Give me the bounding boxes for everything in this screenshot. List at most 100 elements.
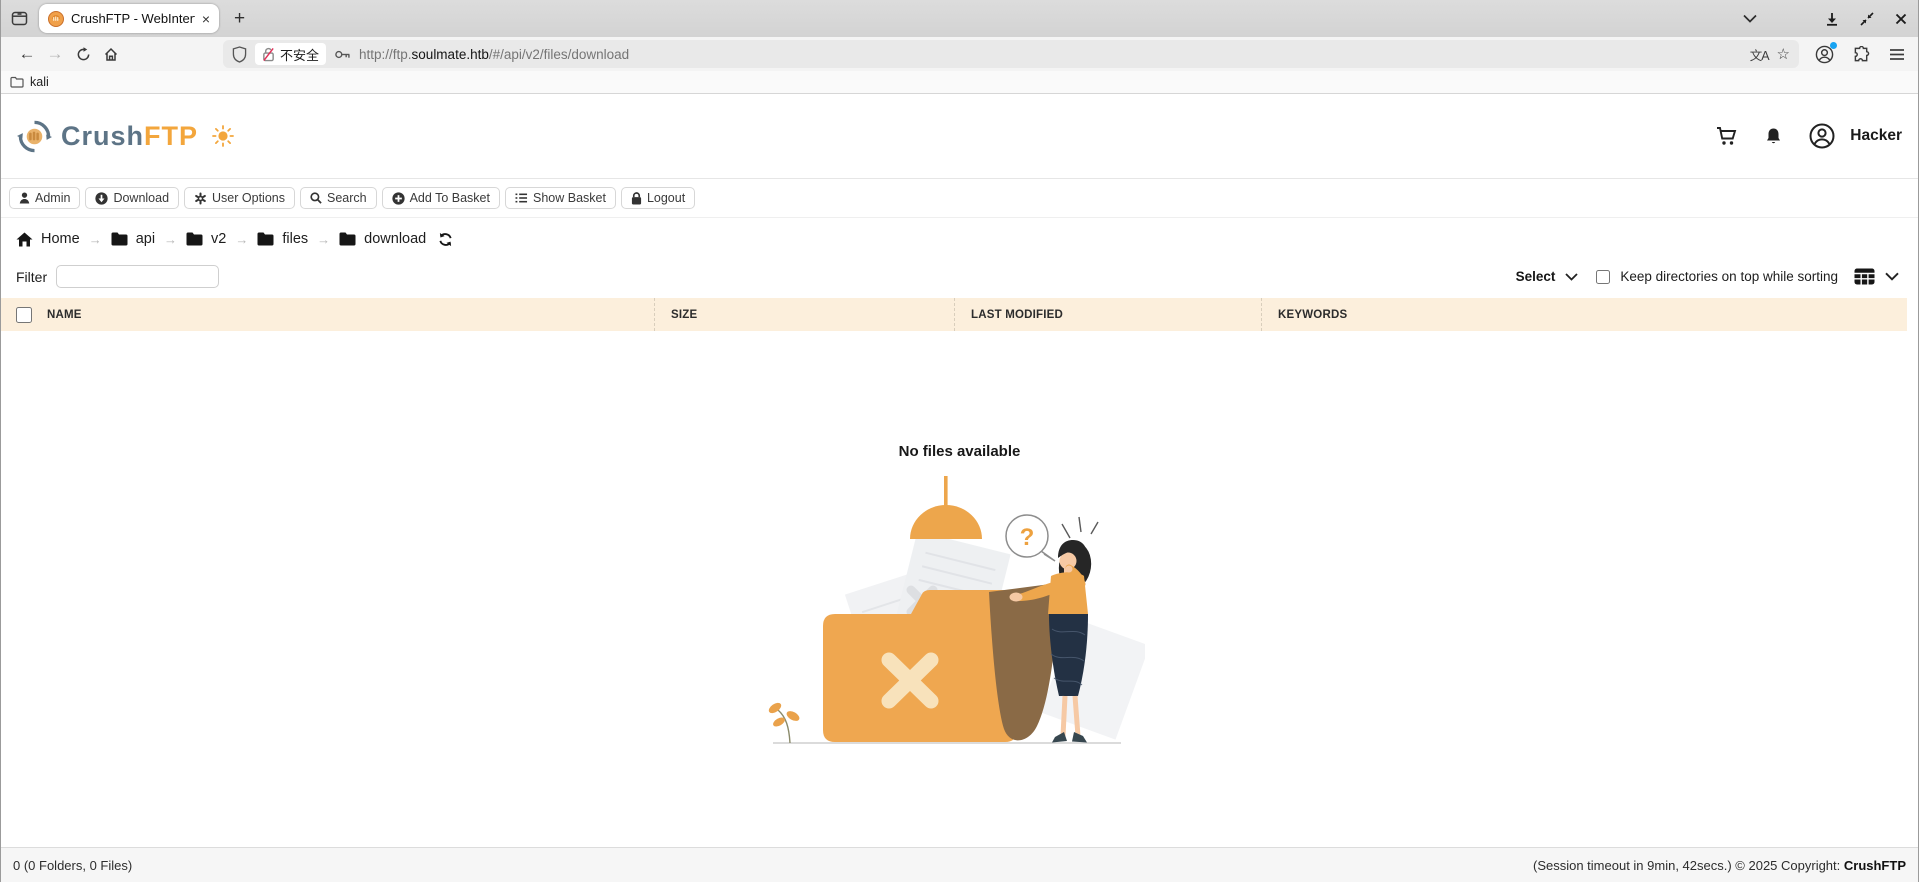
view-table-icon[interactable] xyxy=(1854,268,1875,285)
file-list-area: No files available ? xyxy=(1,331,1918,847)
breadcrumb-download[interactable]: download xyxy=(339,231,426,247)
list-tabs-icon[interactable] xyxy=(1743,14,1757,23)
folder-icon xyxy=(257,232,274,246)
keep-dirs-checkbox[interactable] xyxy=(1596,269,1611,284)
breadcrumb: Home → api → v2 → files → download xyxy=(1,218,1918,260)
firefox-view-icon[interactable] xyxy=(10,9,29,28)
menu-hamburger-icon[interactable] xyxy=(1889,48,1905,61)
browser-tab[interactable]: CrushFTP - WebInterface × xyxy=(39,4,219,33)
status-bar: 0 (0 Folders, 0 Files) (Session timeout … xyxy=(1,847,1918,882)
basket-list-icon xyxy=(515,193,528,203)
breadcrumb-home[interactable]: Home xyxy=(16,231,80,247)
bookmark-star-icon[interactable]: ☆ xyxy=(1777,45,1790,63)
notification-dot xyxy=(1830,41,1837,49)
lamp-shade xyxy=(909,505,982,539)
reload-icon[interactable] xyxy=(69,46,97,62)
admin-label: Admin xyxy=(35,191,71,205)
breadcrumb-label: api xyxy=(135,231,156,247)
user-options-button[interactable]: User Options xyxy=(184,187,295,209)
keep-dirs-label: Keep directories on top while sorting xyxy=(1620,269,1838,284)
select-dropdown[interactable]: Select xyxy=(1516,269,1556,284)
breadcrumb-separator: → xyxy=(235,231,249,247)
downloads-icon[interactable] xyxy=(1825,12,1839,26)
extensions-puzzle-icon[interactable] xyxy=(1853,45,1870,63)
brand-name: CrushFTP xyxy=(61,121,198,152)
tab-title: CrushFTP - WebInterface xyxy=(71,11,195,26)
breadcrumb-label: files xyxy=(282,231,309,247)
column-last-modified[interactable]: LAST MODIFIED xyxy=(954,298,1261,331)
select-all-checkbox[interactable] xyxy=(16,306,32,323)
browser-navbar: ← → 不安全 http://ftp.soulmate.htb/#/api/v2… xyxy=(1,37,1918,71)
translate-icon[interactable]: 文A xyxy=(1750,45,1770,64)
column-keywords[interactable]: KEYWORDS xyxy=(1261,298,1907,331)
show-basket-button[interactable]: Show Basket xyxy=(504,187,616,209)
refresh-icon[interactable] xyxy=(438,232,453,247)
cart-icon[interactable] xyxy=(1716,126,1738,146)
brand-primary: Crush xyxy=(61,120,145,151)
browser-window: CrushFTP - WebInterface × + ← → xyxy=(0,0,1919,882)
column-size[interactable]: SIZE xyxy=(654,298,954,331)
lock-icon xyxy=(631,191,642,204)
user-options-label: User Options xyxy=(212,191,285,205)
sparkle-lines xyxy=(1060,516,1099,539)
lamp-stem xyxy=(943,476,948,508)
key-icon[interactable] xyxy=(334,49,351,60)
forward-icon: → xyxy=(46,44,64,63)
empty-state-title: No files available xyxy=(898,443,1021,460)
hand xyxy=(1009,592,1022,602)
folder-icon xyxy=(339,232,356,246)
view-chevron-icon[interactable] xyxy=(1885,272,1899,281)
empty-state: No files available ? xyxy=(745,443,1175,754)
url-bar[interactable]: 不安全 http://ftp.soulmate.htb/#/api/v2/fil… xyxy=(223,40,1799,68)
breadcrumb-files[interactable]: files xyxy=(257,231,308,247)
breadcrumb-separator: → xyxy=(164,231,178,247)
logout-label: Logout xyxy=(646,191,686,205)
security-chip[interactable]: 不安全 xyxy=(255,43,327,65)
shield-icon[interactable] xyxy=(232,45,247,63)
search-label: Search xyxy=(326,191,367,205)
breadcrumb-label: v2 xyxy=(211,231,227,247)
bookmarks-bar: kali xyxy=(1,71,1918,94)
home-fill-icon xyxy=(16,232,33,246)
bookmark-item-kali[interactable]: kali xyxy=(30,75,49,89)
account-icon[interactable] xyxy=(1815,41,1837,64)
bell-icon[interactable] xyxy=(1765,127,1782,146)
home-icon[interactable] xyxy=(97,47,125,62)
user-avatar-icon[interactable] xyxy=(1809,123,1835,149)
theme-sun-icon[interactable] xyxy=(212,125,234,147)
logout-button[interactable]: Logout xyxy=(620,187,696,209)
bookmark-folder-icon xyxy=(10,76,24,88)
search-icon xyxy=(310,192,322,204)
folder-icon xyxy=(111,232,128,246)
breadcrumb-separator: → xyxy=(317,231,331,247)
select-chevron-icon[interactable] xyxy=(1565,272,1579,281)
folder-icon xyxy=(186,232,203,246)
add-to-basket-button[interactable]: Add To Basket xyxy=(381,187,500,209)
filter-row: Filter Select Keep directories on top wh… xyxy=(1,260,1918,298)
download-button[interactable]: Download xyxy=(85,187,180,209)
leg xyxy=(1072,695,1080,737)
add-to-basket-label: Add To Basket xyxy=(409,191,490,205)
plant xyxy=(768,702,799,744)
url-text[interactable]: http://ftp.soulmate.htb/#/api/v2/files/d… xyxy=(359,47,1742,62)
breadcrumb-v2[interactable]: v2 xyxy=(186,231,226,247)
admin-button[interactable]: Admin xyxy=(9,187,81,209)
back-icon[interactable]: ← xyxy=(13,44,41,64)
user-name[interactable]: Hacker xyxy=(1850,127,1902,145)
url-host: soulmate.htb xyxy=(411,46,489,62)
app-toolbar: Admin Download User Options Search Add T… xyxy=(1,179,1918,218)
tab-favicon xyxy=(48,10,64,27)
restore-window-icon[interactable] xyxy=(1860,11,1874,26)
lock-insecure-icon xyxy=(263,47,274,61)
close-window-icon[interactable] xyxy=(1895,13,1907,25)
column-name[interactable]: NAME xyxy=(47,298,654,331)
file-table-header: NAME SIZE LAST MODIFIED KEYWORDS xyxy=(1,298,1907,331)
empty-folder-illustration: ? xyxy=(768,476,1145,744)
new-tab-button[interactable]: + xyxy=(234,8,245,30)
brand-logo[interactable]: CrushFTP xyxy=(17,119,198,154)
person-icon xyxy=(19,192,30,204)
filter-input[interactable] xyxy=(56,265,220,288)
breadcrumb-api[interactable]: api xyxy=(111,231,155,247)
search-button[interactable]: Search xyxy=(299,187,377,209)
tab-close-icon[interactable]: × xyxy=(202,11,210,27)
